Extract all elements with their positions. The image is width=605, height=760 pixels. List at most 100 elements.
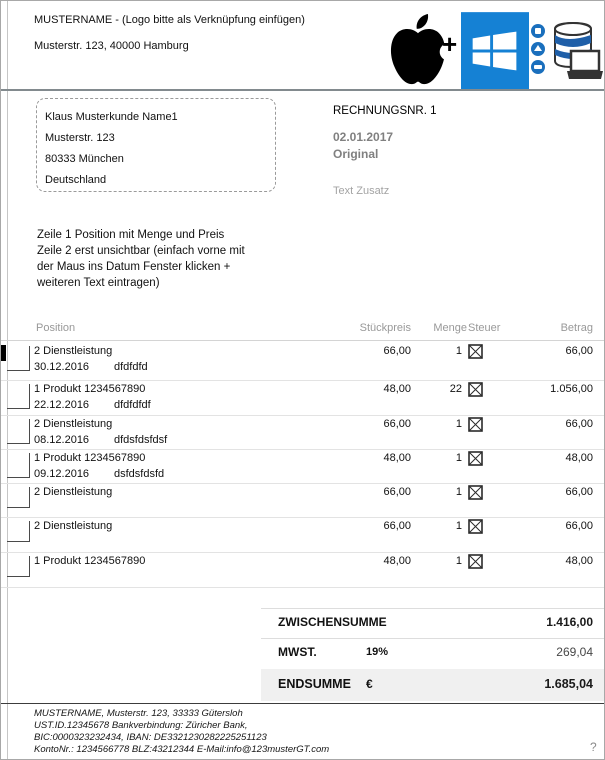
- company-name[interactable]: MUSTERNAME - (Logo bitte als Verknüpfung…: [34, 14, 305, 26]
- note-line-3: der Maus ins Datum Fenster klicken +: [37, 261, 231, 273]
- row-amount: 1.056,00: [550, 383, 593, 395]
- table-header-divider: [1, 340, 604, 341]
- row-group-bracket: [7, 384, 30, 409]
- subtotal-value: 1.416,00: [546, 615, 593, 629]
- row-unit-price[interactable]: 48,00: [331, 555, 411, 567]
- row-note[interactable]: dfdfdfd: [114, 361, 148, 373]
- tax-checkbox-icon[interactable]: [468, 344, 484, 360]
- row-date[interactable]: 22.12.2016: [34, 399, 89, 411]
- col-header-tax: Steuer: [468, 322, 501, 334]
- note-line-1: Zeile 1 Position mit Menge und Preis: [37, 229, 225, 241]
- help-link[interactable]: ?: [590, 740, 597, 754]
- recipient-name: Klaus Musterkunde Name1: [45, 111, 178, 123]
- tax-checkbox-icon[interactable]: [468, 417, 484, 433]
- note-line-4: weiteren Text eintragen): [37, 277, 160, 289]
- invoice-extra-text[interactable]: Text Zusatz: [333, 185, 389, 197]
- footer-divider: [1, 703, 604, 704]
- row-qty[interactable]: 1: [407, 418, 462, 430]
- company-address[interactable]: Musterstr. 123, 40000 Hamburg: [34, 40, 189, 52]
- row-group-bracket: [7, 453, 30, 478]
- plus-sign: +: [442, 29, 458, 59]
- row-qty[interactable]: 1: [407, 345, 462, 357]
- row-amount: 66,00: [565, 418, 593, 430]
- row-unit-price[interactable]: 66,00: [331, 520, 411, 532]
- row-qty[interactable]: 1: [407, 520, 462, 532]
- row-date[interactable]: 09.12.2016: [34, 468, 89, 480]
- table-row: 2 Dienstleistung 66,00 1 66,00: [1, 483, 604, 518]
- row-position[interactable]: 1 Produkt 1234567890: [34, 555, 145, 567]
- recipient-street: Musterstr. 123: [45, 132, 115, 144]
- row-date[interactable]: 30.12.2016: [34, 361, 89, 373]
- table-row: 1 Produkt 1234567890 22.12.2016 dfdfdfdf…: [1, 380, 604, 416]
- database-sync-icon: [529, 21, 603, 85]
- note-line-2: Zeile 2 erst unsichtbar (einfach vorne m…: [37, 245, 245, 257]
- row-position[interactable]: 2 Dienstleistung: [34, 345, 112, 357]
- header-divider: [1, 89, 604, 91]
- table-row: 1 Produkt 1234567890 48,00 1 48,00: [1, 552, 604, 588]
- row-note[interactable]: dfdsfdsfdsf: [114, 434, 167, 446]
- vat-value: 269,04: [556, 645, 593, 659]
- row-position[interactable]: 2 Dienstleistung: [34, 520, 112, 532]
- row-date[interactable]: 08.12.2016: [34, 434, 89, 446]
- summary-divider: [261, 608, 604, 609]
- recipient-country: Deutschland: [45, 174, 107, 186]
- recipient-city: 80333 München: [45, 153, 124, 165]
- invoice-doc-type: Original: [333, 147, 379, 161]
- row-amount: 66,00: [565, 345, 593, 357]
- footer-account-email: KontoNr.: 1234566778 BLZ:43212344 E-Mail…: [34, 744, 330, 755]
- apple-logo-icon: [387, 13, 449, 87]
- table-row: 2 Dienstleistung 08.12.2016 dfdsfdsfdsf …: [1, 415, 604, 450]
- invoice-date[interactable]: 02.01.2017: [333, 130, 393, 144]
- row-group-bracket: [7, 521, 30, 542]
- footer-tax-bank: UST.ID.12345678 Bankverbindung: Züricher…: [34, 720, 248, 731]
- total-label: ENDSUMME: [278, 677, 351, 691]
- total-value: 1.685,04: [544, 677, 593, 691]
- windows-logo-icon: [461, 12, 529, 90]
- row-amount: 48,00: [565, 555, 593, 567]
- row-amount: 66,00: [565, 520, 593, 532]
- footer-bic-iban: BIC:0000323232434, IBAN: DE3321230282225…: [34, 732, 267, 743]
- table-header: Position Stückpreis Menge Steuer Betrag: [1, 320, 604, 340]
- row-note[interactable]: dfdfdfdf: [114, 399, 151, 411]
- instruction-note: Zeile 1 Position mit Menge und Preis Zei…: [37, 227, 245, 291]
- col-header-amount: Betrag: [560, 322, 593, 334]
- summary-divider: [261, 638, 604, 639]
- vat-rate[interactable]: 19%: [366, 646, 388, 658]
- row-group-bracket: [7, 346, 30, 371]
- row-note[interactable]: dsfdsfdsfd: [114, 468, 164, 480]
- tax-checkbox-icon[interactable]: [468, 485, 484, 501]
- col-header-qty: Menge: [433, 322, 467, 334]
- footer-company: MUSTERNAME, Musterstr. 123, 33333 Güters…: [34, 708, 243, 719]
- table-row: 1 Produkt 1234567890 09.12.2016 dsfdsfds…: [1, 449, 604, 484]
- row-unit-price[interactable]: 66,00: [331, 345, 411, 357]
- table-row: 2 Dienstleistung 30.12.2016 dfdfdfd 66,0…: [1, 342, 604, 381]
- row-qty[interactable]: 1: [407, 486, 462, 498]
- row-unit-price[interactable]: 66,00: [331, 418, 411, 430]
- tax-checkbox-icon[interactable]: [468, 451, 484, 467]
- currency-symbol: €: [366, 677, 373, 691]
- row-group-bracket: [7, 487, 30, 508]
- row-qty[interactable]: 22: [407, 383, 462, 395]
- row-qty[interactable]: 1: [407, 452, 462, 464]
- tax-checkbox-icon[interactable]: [468, 519, 484, 535]
- row-group-bracket: [7, 556, 30, 577]
- row-qty[interactable]: 1: [407, 555, 462, 567]
- row-amount: 48,00: [565, 452, 593, 464]
- row-amount: 66,00: [565, 486, 593, 498]
- row-position[interactable]: 2 Dienstleistung: [34, 418, 112, 430]
- tax-checkbox-icon[interactable]: [468, 554, 484, 570]
- row-position[interactable]: 1 Produkt 1234567890: [34, 383, 145, 395]
- row-group-bracket: [7, 419, 30, 444]
- subtotal-label: ZWISCHENSUMME: [278, 615, 387, 629]
- row-unit-price[interactable]: 66,00: [331, 486, 411, 498]
- invoice-number: RECHNUNGSNR. 1: [333, 105, 437, 117]
- row-position[interactable]: 1 Produkt 1234567890: [34, 452, 145, 464]
- recipient-address-box[interactable]: Klaus Musterkunde Name1 Musterstr. 123 8…: [36, 98, 276, 192]
- tax-checkbox-icon[interactable]: [468, 382, 484, 398]
- col-header-position: Position: [36, 322, 76, 334]
- row-unit-price[interactable]: 48,00: [331, 452, 411, 464]
- col-header-unit-price: Stückpreis: [359, 322, 411, 334]
- row-position[interactable]: 2 Dienstleistung: [34, 486, 112, 498]
- vat-label: MWST.: [278, 645, 317, 659]
- row-unit-price[interactable]: 48,00: [331, 383, 411, 395]
